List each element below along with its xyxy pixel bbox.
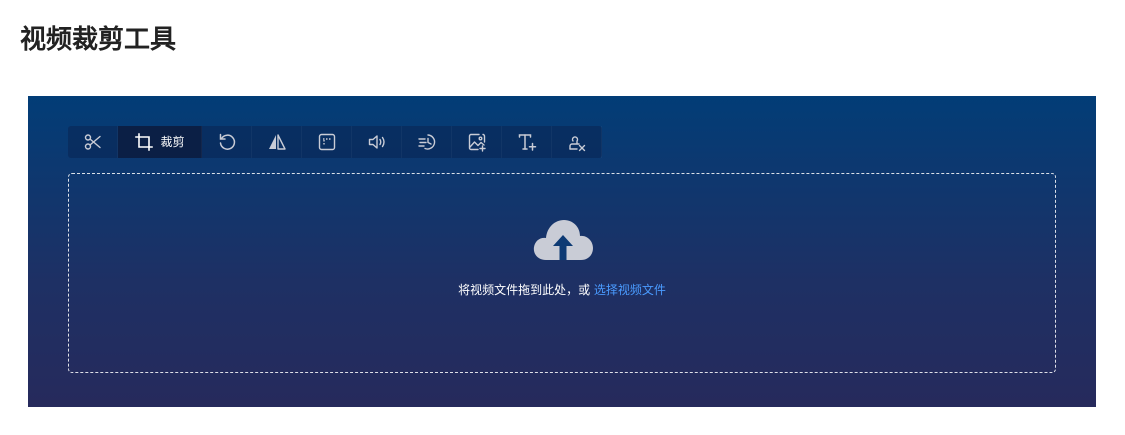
add-image-icon <box>468 133 486 152</box>
rotate-icon <box>219 133 235 150</box>
scissors-icon <box>84 134 101 150</box>
tool-volume-button[interactable] <box>352 126 402 158</box>
select-video-link[interactable]: 选择视频文件 <box>594 283 666 297</box>
editor-panel: 裁剪 将视频文件拖到此处，或 选择视频文件 <box>28 96 1096 407</box>
tool-add-text-button[interactable] <box>502 126 552 158</box>
flip-icon <box>268 134 286 150</box>
page-title: 视频裁剪工具 <box>20 25 177 55</box>
crop-icon <box>135 133 154 151</box>
speed-icon <box>417 134 435 150</box>
frame-icon <box>318 133 335 151</box>
tool-speed-button[interactable] <box>402 126 452 158</box>
tool-crop-label: 裁剪 <box>160 135 185 149</box>
tool-crop-button[interactable]: 裁剪 <box>118 126 202 158</box>
tool-remove-watermark-button[interactable] <box>552 126 602 158</box>
add-text-icon <box>518 134 536 151</box>
remove-watermark-icon <box>568 136 585 152</box>
tool-frame-button[interactable] <box>302 126 352 158</box>
tool-add-image-button[interactable] <box>452 126 502 158</box>
video-drop-zone[interactable]: 将视频文件拖到此处，或 选择视频文件 <box>68 173 1056 373</box>
cloud-upload-icon <box>533 220 593 260</box>
tool-rotate-button[interactable] <box>202 126 252 158</box>
drop-hint-text: 将视频文件拖到此处，或 <box>458 283 591 297</box>
volume-icon <box>368 135 385 149</box>
tool-flip-button[interactable] <box>252 126 302 158</box>
drop-instructions: 将视频文件拖到此处，或 选择视频文件 <box>69 281 1055 299</box>
toolbar: 裁剪 <box>68 126 602 158</box>
tool-cut-button[interactable] <box>68 126 118 158</box>
